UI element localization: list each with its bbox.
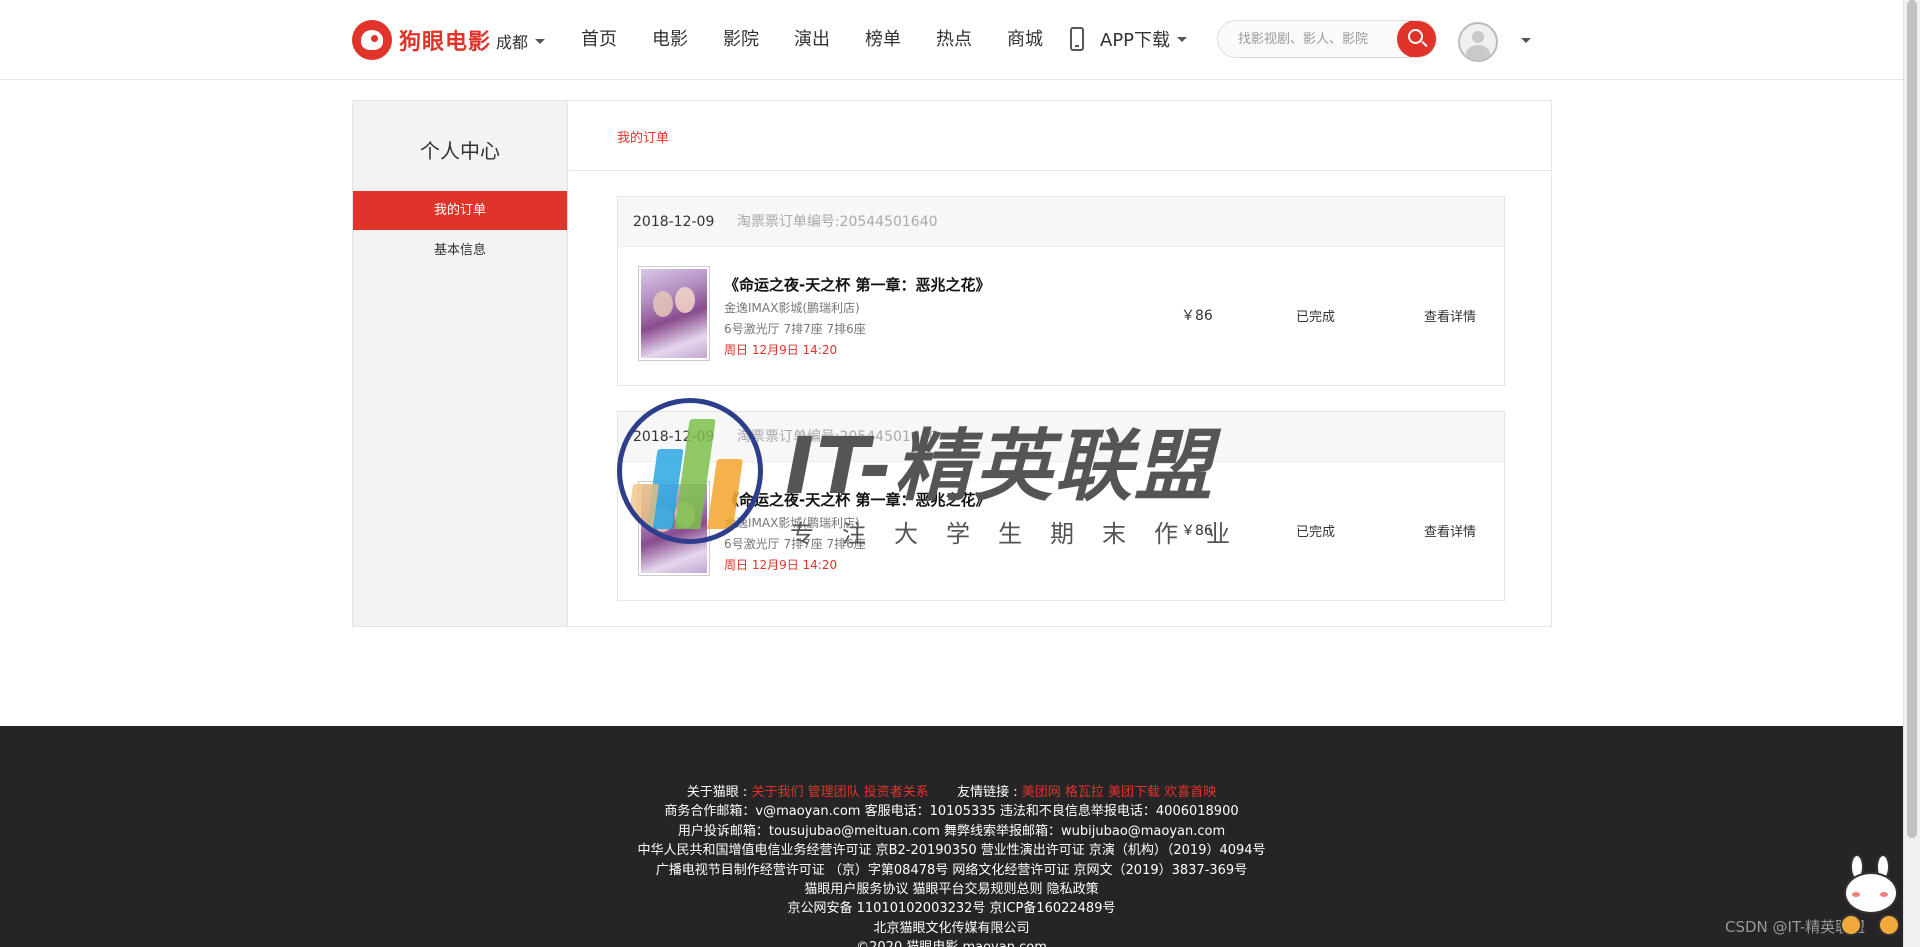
logo-text: 狗眼电影 — [399, 30, 492, 55]
footer-link-team[interactable]: 管理团队 — [808, 785, 860, 800]
divider — [569, 170, 1551, 171]
footer-link-huanxi[interactable]: 欢喜首映 — [1164, 785, 1216, 800]
chevron-down-icon — [535, 38, 546, 44]
order-status: 已完成 — [1296, 310, 1336, 325]
scrollbar-thumb[interactable] — [1907, 0, 1917, 838]
footer-link-about-us[interactable]: 关于我们 — [751, 785, 803, 800]
sidebar: 个人中心 我的订单 基本信息 — [353, 101, 568, 626]
cat-logo-icon — [352, 20, 392, 60]
city-label: 成都 — [496, 33, 529, 52]
footer-line: 商务合作邮箱：v@maoyan.com 客服电话：10105335 违法和不良信… — [664, 804, 1239, 820]
search-icon-handle — [1421, 40, 1428, 48]
order-header: 2018-12-09 淘票票订单编号:20544501640 — [618, 197, 1504, 247]
movie-poster[interactable] — [638, 266, 710, 361]
showtime: 周日 12月9日 14:20 — [724, 343, 838, 357]
user-icon-body — [1466, 45, 1490, 60]
order-price: ￥86 — [1181, 523, 1213, 539]
top-header: 狗眼电影 成都 首页 电影 影院 演出 榜单 热点 商城 APP下载 — [0, 0, 1903, 80]
showtime: 周日 12月9日 14:20 — [724, 558, 838, 572]
main-panel: 我的订单 2018-12-09 淘票票订单编号:20544501640 《命运之… — [569, 101, 1551, 626]
order-card: 2018-12-09 淘票票订单编号:20544501640 《命运之夜-天之杯… — [617, 411, 1505, 601]
nav-movies[interactable]: 电影 — [652, 26, 688, 54]
order-status: 已完成 — [1296, 525, 1336, 540]
seat-info: 6号激光厅 7排7座 7排6座 — [724, 537, 866, 551]
main-nav: 首页 电影 影院 演出 榜单 热点 商城 — [581, 26, 1078, 54]
app-download-label: APP下载 — [1100, 30, 1171, 51]
seat-info: 6号激光厅 7排7座 7排6座 — [724, 322, 866, 336]
nav-mall[interactable]: 商城 — [1007, 26, 1043, 54]
cinema-name: 金逸IMAX影城(鹏瑞利店) — [724, 301, 860, 315]
footer-about-label: 关于猫眼 : — [686, 785, 748, 800]
order-card: 2018-12-09 淘票票订单编号:20544501640 《命运之夜-天之杯… — [617, 196, 1505, 386]
nav-shows[interactable]: 演出 — [794, 26, 830, 54]
avatar[interactable] — [1458, 22, 1498, 62]
app-download[interactable]: APP下载 — [1070, 26, 1188, 52]
footer-link-gewara[interactable]: 格瓦拉 — [1065, 785, 1104, 800]
phone-icon — [1070, 27, 1084, 51]
order-price: ￥86 — [1181, 308, 1213, 324]
mascot-cheek — [1852, 892, 1860, 897]
view-details-link[interactable]: 查看详情 — [1424, 521, 1476, 540]
search-input[interactable] — [1218, 21, 1388, 57]
footer-line: 京公网安备 11010102003232号 京ICP备16022489号 — [787, 901, 1116, 917]
order-date: 2018-12-09 — [633, 429, 715, 445]
page-scrollbar[interactable] — [1903, 0, 1920, 947]
order-date: 2018-12-09 — [633, 214, 715, 230]
footer-line: 广播电视节目制作经营许可证 （京）字第08478号 网络文化经营许可证 京网文（… — [655, 862, 1248, 878]
sidebar-item-basic-info[interactable]: 基本信息 — [353, 231, 567, 270]
footer-link-meituan-download[interactable]: 美团下载 — [1108, 785, 1160, 800]
rabbit-mascot-icon — [1838, 852, 1902, 944]
nav-rankings[interactable]: 榜单 — [865, 26, 901, 54]
footer-line: 中华人民共和国增值电信业务经营许可证 京B2-20190350 营业性演出许可证… — [637, 843, 1266, 859]
poster-image — [641, 269, 707, 358]
order-number: 淘票票订单编号:20544501640 — [736, 429, 938, 445]
order-header: 2018-12-09 淘票票订单编号:20544501640 — [618, 412, 1504, 462]
footer-links-row: 关于猫眼 : 关于我们 管理团队 投资者关系 友情链接 : 美团网 格瓦拉 美团… — [0, 783, 1903, 802]
footer: 关于猫眼 : 关于我们 管理团队 投资者关系 友情链接 : 美团网 格瓦拉 美团… — [0, 726, 1903, 947]
nav-cinemas[interactable]: 影院 — [723, 26, 759, 54]
content-box: 个人中心 我的订单 基本信息 我的订单 2018-12-09 淘票票订单编号:2… — [352, 100, 1552, 627]
mascot-cheek — [1880, 892, 1888, 897]
footer-line[interactable]: 猫眼用户服务协议 猫眼平台交易规则总则 隐私政策 — [0, 880, 1903, 899]
breadcrumb[interactable]: 我的订单 — [617, 127, 669, 146]
footer-line: 北京猫眼文化传媒有限公司 — [873, 920, 1030, 936]
logo[interactable]: 狗眼电影 — [352, 20, 491, 60]
cinema-name: 金逸IMAX影城(鹏瑞利店) — [724, 516, 860, 530]
page: 狗眼电影 成都 首页 电影 影院 演出 榜单 热点 商城 APP下载 找影视剧、… — [0, 0, 1920, 947]
sidebar-item-orders[interactable]: 我的订单 — [353, 191, 567, 230]
movie-poster[interactable] — [638, 481, 710, 576]
mascot-paw — [1878, 914, 1900, 936]
footer-link-investors[interactable]: 投资者关系 — [864, 785, 929, 800]
search-button[interactable] — [1397, 21, 1436, 57]
user-icon — [1472, 31, 1484, 43]
sidebar-title: 个人中心 — [420, 139, 500, 163]
user-menu-chevron-icon[interactable] — [1521, 38, 1531, 43]
city-selector[interactable]: 成都 — [496, 29, 546, 53]
view-details-link[interactable]: 查看详情 — [1424, 306, 1476, 325]
chevron-down-icon — [1177, 36, 1188, 42]
poster-image — [641, 484, 707, 573]
footer-line: 用户投诉邮箱：tousujubao@meituan.com 舞弊线索举报邮箱：w… — [677, 823, 1226, 839]
nav-home[interactable]: 首页 — [581, 26, 617, 54]
footer-friend-label: 友情链接 : — [957, 785, 1018, 800]
movie-title[interactable]: 《命运之夜-天之杯 第一章：恶兆之花》 — [724, 274, 990, 295]
mascot-paw — [1840, 914, 1862, 936]
footer-link-meituan[interactable]: 美团网 — [1022, 785, 1061, 800]
footer-line: ©2020 猫眼电影 maoyan.com — [0, 938, 1903, 947]
movie-title[interactable]: 《命运之夜-天之杯 第一章：恶兆之花》 — [724, 489, 990, 510]
nav-hot[interactable]: 热点 — [936, 26, 972, 54]
search-box — [1217, 20, 1437, 58]
order-number: 淘票票订单编号:20544501640 — [736, 214, 938, 230]
